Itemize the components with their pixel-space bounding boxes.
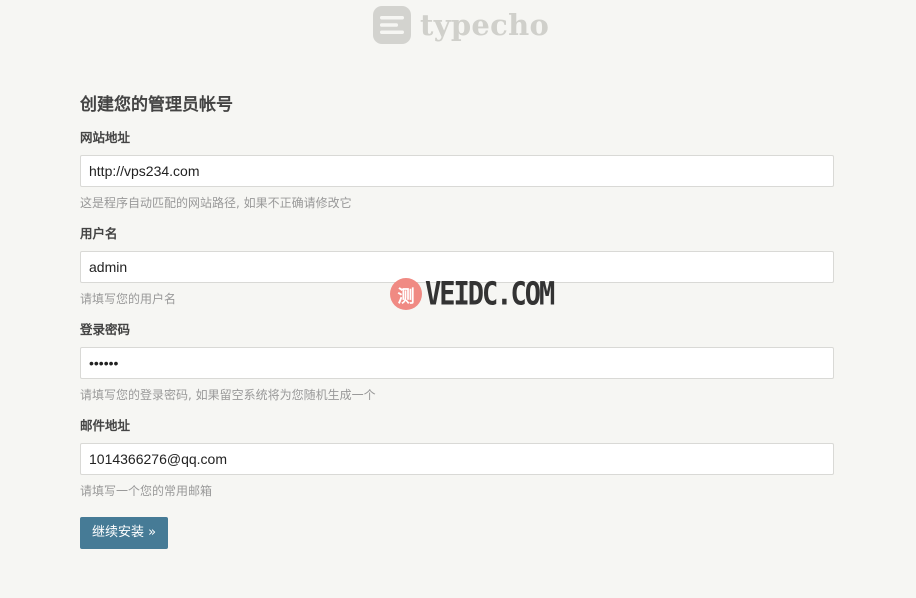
email-input[interactable] xyxy=(80,443,834,475)
typecho-logo: typecho xyxy=(373,6,549,44)
site-url-input[interactable] xyxy=(80,155,834,187)
form-title: 创建您的管理员帐号 xyxy=(80,95,233,115)
continue-install-button[interactable]: 继续安装 » xyxy=(80,517,169,549)
email-label: 邮件地址 xyxy=(80,418,131,433)
site-url-description: 这是程序自动匹配的网站路径, 如果不正确请修改它 xyxy=(80,196,352,210)
typecho-logo-icon xyxy=(373,6,411,44)
watermark-text: VEIDC.COM xyxy=(425,275,555,313)
site-url-field-group: 网站地址 这是程序自动匹配的网站路径, 如果不正确请修改它 xyxy=(80,129,834,211)
password-description: 请填写您的登录密码, 如果留空系统将为您随机生成一个 xyxy=(80,388,376,402)
site-url-label: 网站地址 xyxy=(80,130,131,145)
password-field-group: 登录密码 请填写您的登录密码, 如果留空系统将为您随机生成一个 xyxy=(80,321,834,403)
email-description: 请填写一个您的常用邮箱 xyxy=(80,484,213,498)
username-label: 用户名 xyxy=(80,226,118,241)
veidc-watermark: 测 VEIDC.COM xyxy=(390,275,555,313)
admin-account-form: 创建您的管理员帐号 网站地址 这是程序自动匹配的网站路径, 如果不正确请修改它 … xyxy=(80,93,834,549)
email-field-group: 邮件地址 请填写一个您的常用邮箱 xyxy=(80,417,834,499)
logo-text: typecho xyxy=(420,8,550,42)
watermark-badge: 测 xyxy=(390,278,422,310)
password-label: 登录密码 xyxy=(80,322,131,337)
password-input[interactable] xyxy=(80,347,834,379)
